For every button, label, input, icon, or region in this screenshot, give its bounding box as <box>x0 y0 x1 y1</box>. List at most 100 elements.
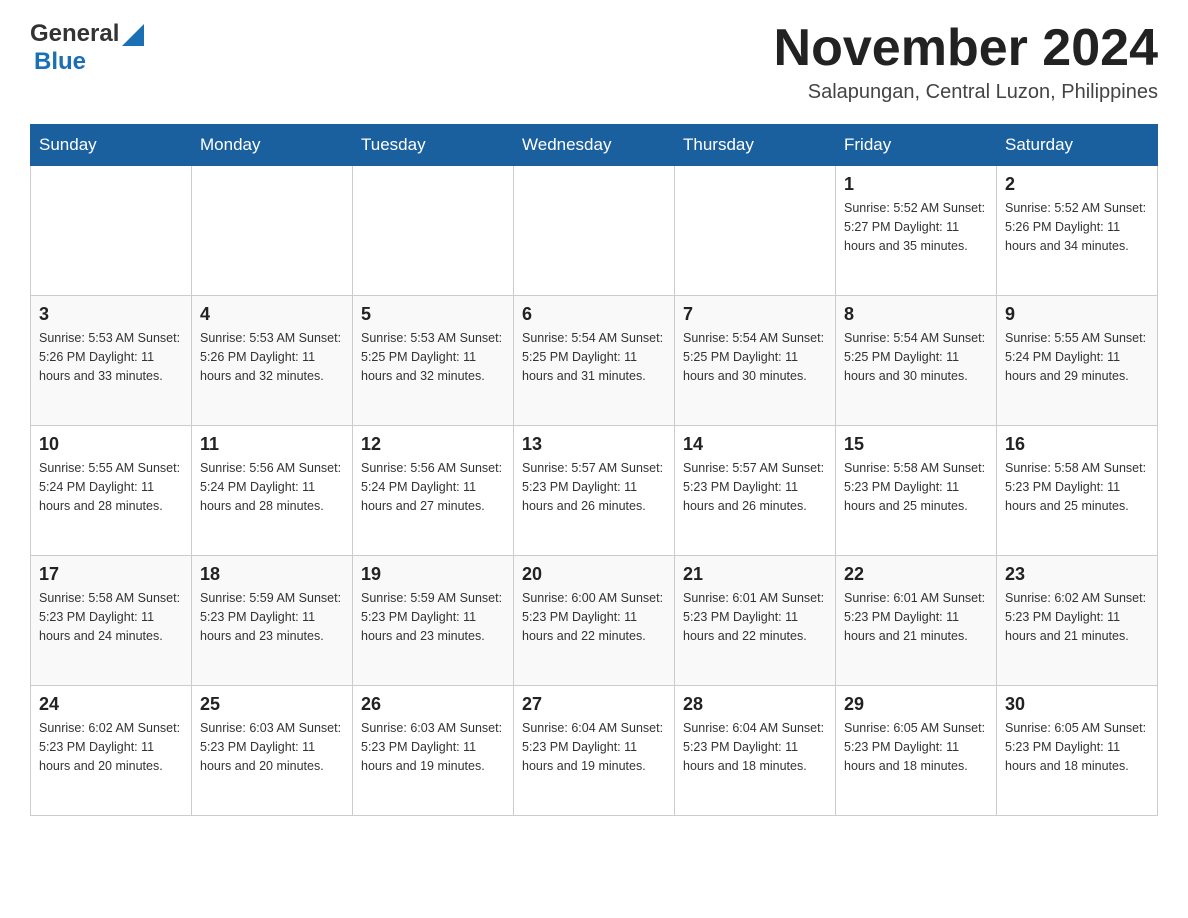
day-info: Sunrise: 5:55 AM Sunset: 5:24 PM Dayligh… <box>39 459 183 515</box>
table-row: 5Sunrise: 5:53 AM Sunset: 5:25 PM Daylig… <box>353 296 514 426</box>
day-number: 18 <box>200 564 344 585</box>
col-saturday: Saturday <box>997 125 1158 166</box>
table-row: 7 Sunrise: 5:54 AM Sunset: 5:25 PM Daylig… <box>675 296 836 426</box>
day-info: Sunrise: 5:59 AM Sunset: 5:23 PM Dayligh… <box>361 589 505 645</box>
day-number: 17 <box>39 564 183 585</box>
table-row: 9Sunrise: 5:55 AM Sunset: 5:24 PM Daylig… <box>997 296 1158 426</box>
day-info: Sunrise: 6:04 AM Sunset: 5:23 PM Dayligh… <box>683 719 827 775</box>
day-number: 9 <box>1005 304 1149 325</box>
table-row <box>353 166 514 296</box>
day-info: Sunrise: 6:04 AM Sunset: 5:23 PM Dayligh… <box>522 719 666 775</box>
table-row: 12 Sunrise: 5:56 AM Sunset: 5:24 PM Dayli… <box>353 426 514 556</box>
day-number: 8 <box>844 304 988 325</box>
day-info: Sunrise: 5:58 AM Sunset: 5:23 PM Dayligh… <box>844 459 988 515</box>
day-info: Sunrise: 5:57 AM Sunset: 5:23 PM Dayligh… <box>683 459 827 515</box>
day-info: Sunrise: 5:58 AM Sunset: 5:23 PM Dayligh… <box>39 589 183 645</box>
day-number: 4 <box>200 304 344 325</box>
day-number: 27 <box>522 694 666 715</box>
day-number: 24 <box>39 694 183 715</box>
table-row: 2Sunrise: 5:52 AM Sunset: 5:26 PM Daylig… <box>997 166 1158 296</box>
table-row: 8 Sunrise: 5:54 AM Sunset: 5:25 PM Daylig… <box>836 296 997 426</box>
logo-triangle-icon <box>122 24 144 46</box>
day-info: Sunrise: 6:03 AM Sunset: 5:23 PM Dayligh… <box>200 719 344 775</box>
table-row: 28 Sunrise: 6:04 AM Sunset: 5:23 PM Dayli… <box>675 686 836 816</box>
table-row <box>675 166 836 296</box>
day-number: 20 <box>522 564 666 585</box>
col-friday: Friday <box>836 125 997 166</box>
day-info: Sunrise: 5:58 AM Sunset: 5:23 PM Dayligh… <box>1005 459 1149 515</box>
table-row: 29 Sunrise: 6:05 AM Sunset: 5:23 PM Dayli… <box>836 686 997 816</box>
day-info: Sunrise: 6:02 AM Sunset: 5:23 PM Dayligh… <box>39 719 183 775</box>
day-info: Sunrise: 5:56 AM Sunset: 5:24 PM Dayligh… <box>361 459 505 515</box>
table-row: 24 Sunrise: 6:02 AM Sunset: 5:23 PM Dayli… <box>31 686 192 816</box>
calendar-week-4: 17 Sunrise: 5:58 AM Sunset: 5:23 PM Dayli… <box>31 556 1158 686</box>
day-info: Sunrise: 5:53 AM Sunset: 5:26 PM Dayligh… <box>39 329 183 385</box>
table-row: 1Sunrise: 5:52 AM Sunset: 5:27 PM Daylig… <box>836 166 997 296</box>
calendar-week-1: 1Sunrise: 5:52 AM Sunset: 5:27 PM Daylig… <box>31 166 1158 296</box>
day-number: 23 <box>1005 564 1149 585</box>
table-row: 4 Sunrise: 5:53 AM Sunset: 5:26 PM Daylig… <box>192 296 353 426</box>
day-number: 19 <box>361 564 505 585</box>
table-row: 3Sunrise: 5:53 AM Sunset: 5:26 PM Daylig… <box>31 296 192 426</box>
table-row: 10 Sunrise: 5:55 AM Sunset: 5:24 PM Dayli… <box>31 426 192 556</box>
day-info: Sunrise: 6:01 AM Sunset: 5:23 PM Dayligh… <box>844 589 988 645</box>
title-section: November 2024 Salapungan, Central Luzon,… <box>774 20 1158 104</box>
day-number: 25 <box>200 694 344 715</box>
month-title: November 2024 <box>774 20 1158 77</box>
day-number: 22 <box>844 564 988 585</box>
table-row: 6 Sunrise: 5:54 AM Sunset: 5:25 PM Daylig… <box>514 296 675 426</box>
day-info: Sunrise: 5:54 AM Sunset: 5:25 PM Dayligh… <box>522 329 666 385</box>
col-wednesday: Wednesday <box>514 125 675 166</box>
day-info: Sunrise: 6:00 AM Sunset: 5:23 PM Dayligh… <box>522 589 666 645</box>
day-info: Sunrise: 5:54 AM Sunset: 5:25 PM Dayligh… <box>844 329 988 385</box>
table-row: 23 Sunrise: 6:02 AM Sunset: 5:23 PM Dayli… <box>997 556 1158 686</box>
day-info: Sunrise: 6:01 AM Sunset: 5:23 PM Dayligh… <box>683 589 827 645</box>
day-number: 13 <box>522 434 666 455</box>
col-thursday: Thursday <box>675 125 836 166</box>
table-row: 22 Sunrise: 6:01 AM Sunset: 5:23 PM Dayli… <box>836 556 997 686</box>
table-row: 21Sunrise: 6:01 AM Sunset: 5:23 PM Dayli… <box>675 556 836 686</box>
day-number: 7 <box>683 304 827 325</box>
col-tuesday: Tuesday <box>353 125 514 166</box>
day-info: Sunrise: 6:03 AM Sunset: 5:23 PM Dayligh… <box>361 719 505 775</box>
day-number: 26 <box>361 694 505 715</box>
day-info: Sunrise: 5:56 AM Sunset: 5:24 PM Dayligh… <box>200 459 344 515</box>
day-number: 12 <box>361 434 505 455</box>
table-row: 27 Sunrise: 6:04 AM Sunset: 5:23 PM Dayli… <box>514 686 675 816</box>
day-info: Sunrise: 5:53 AM Sunset: 5:26 PM Dayligh… <box>200 329 344 385</box>
day-number: 29 <box>844 694 988 715</box>
day-number: 15 <box>844 434 988 455</box>
day-number: 28 <box>683 694 827 715</box>
day-info: Sunrise: 6:05 AM Sunset: 5:23 PM Dayligh… <box>1005 719 1149 775</box>
table-row <box>514 166 675 296</box>
day-number: 30 <box>1005 694 1149 715</box>
table-row: 17 Sunrise: 5:58 AM Sunset: 5:23 PM Dayli… <box>31 556 192 686</box>
day-info: Sunrise: 6:05 AM Sunset: 5:23 PM Dayligh… <box>844 719 988 775</box>
table-row: 25 Sunrise: 6:03 AM Sunset: 5:23 PM Dayli… <box>192 686 353 816</box>
day-info: Sunrise: 5:52 AM Sunset: 5:27 PM Dayligh… <box>844 199 988 255</box>
location-subtitle: Salapungan, Central Luzon, Philippines <box>774 81 1158 104</box>
table-row: 26 Sunrise: 6:03 AM Sunset: 5:23 PM Dayli… <box>353 686 514 816</box>
day-number: 5 <box>361 304 505 325</box>
table-row: 18 Sunrise: 5:59 AM Sunset: 5:23 PM Dayli… <box>192 556 353 686</box>
table-row: 16Sunrise: 5:58 AM Sunset: 5:23 PM Dayli… <box>997 426 1158 556</box>
col-sunday: Sunday <box>31 125 192 166</box>
logo-general-text: General <box>30 20 119 48</box>
page-header: General Blue November 2024 Salapungan, C… <box>30 20 1158 104</box>
col-monday: Monday <box>192 125 353 166</box>
table-row: 14 Sunrise: 5:57 AM Sunset: 5:23 PM Dayli… <box>675 426 836 556</box>
day-info: Sunrise: 5:54 AM Sunset: 5:25 PM Dayligh… <box>683 329 827 385</box>
logo-blue-text: Blue <box>34 48 86 76</box>
logo: General Blue <box>30 20 144 76</box>
table-row: 19 Sunrise: 5:59 AM Sunset: 5:23 PM Dayli… <box>353 556 514 686</box>
table-row <box>192 166 353 296</box>
calendar-week-5: 24 Sunrise: 6:02 AM Sunset: 5:23 PM Dayli… <box>31 686 1158 816</box>
day-number: 10 <box>39 434 183 455</box>
day-info: Sunrise: 6:02 AM Sunset: 5:23 PM Dayligh… <box>1005 589 1149 645</box>
day-info: Sunrise: 5:59 AM Sunset: 5:23 PM Dayligh… <box>200 589 344 645</box>
day-info: Sunrise: 5:52 AM Sunset: 5:26 PM Dayligh… <box>1005 199 1149 255</box>
table-row: 30 Sunrise: 6:05 AM Sunset: 5:23 PM Dayli… <box>997 686 1158 816</box>
calendar-week-3: 10 Sunrise: 5:55 AM Sunset: 5:24 PM Dayli… <box>31 426 1158 556</box>
day-number: 14 <box>683 434 827 455</box>
day-number: 6 <box>522 304 666 325</box>
